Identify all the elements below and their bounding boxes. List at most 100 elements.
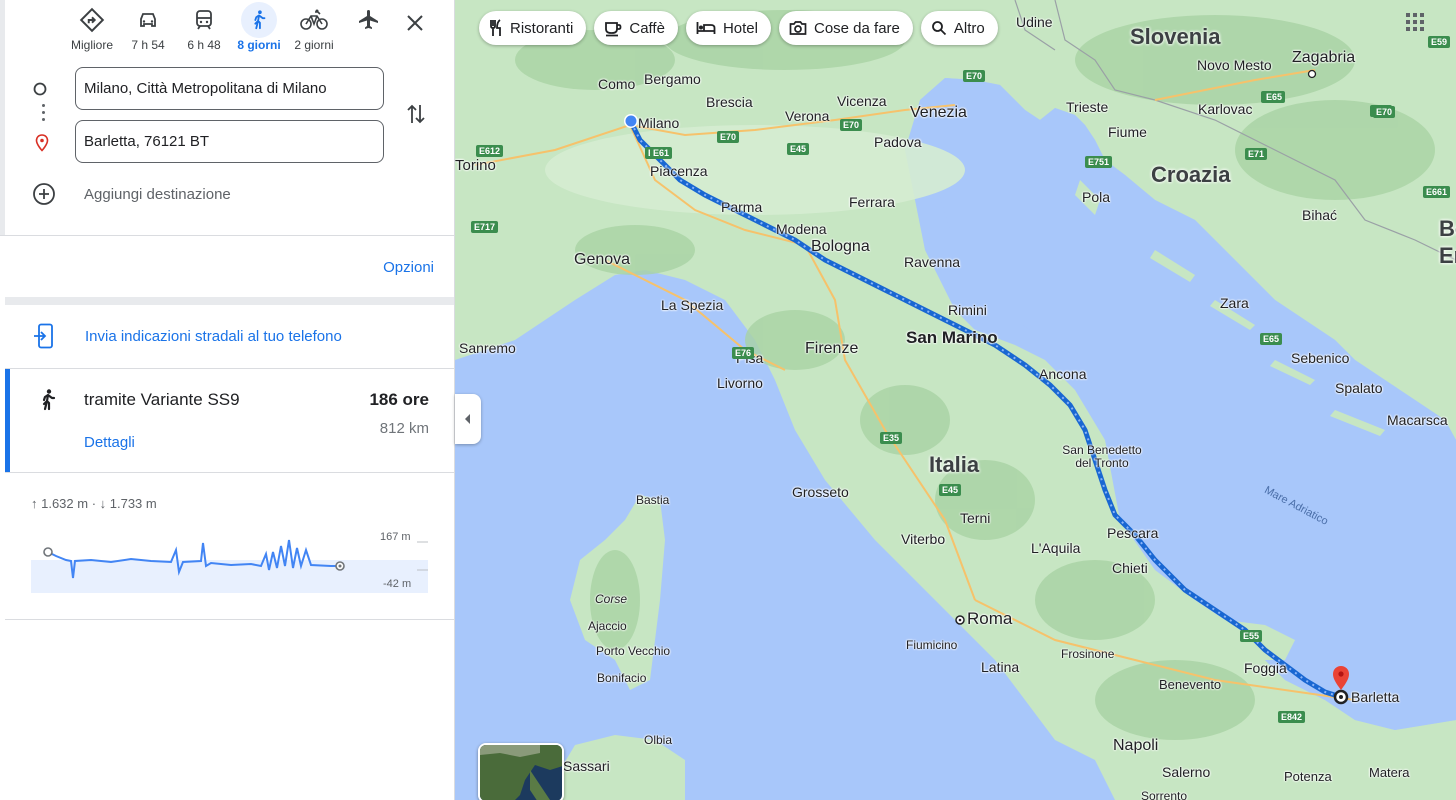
route-distance: 812 km bbox=[379, 420, 429, 437]
map-label-city: Firenze bbox=[805, 340, 859, 357]
mode-flight[interactable] bbox=[341, 2, 397, 38]
google-apps-button[interactable] bbox=[1405, 12, 1425, 37]
destination-pin-icon bbox=[35, 134, 49, 157]
map-label-city: Napoli bbox=[1113, 737, 1159, 754]
map-label-city: Pescara bbox=[1107, 525, 1159, 541]
chip-label: Ristoranti bbox=[510, 19, 574, 37]
road-shield: E70 bbox=[840, 119, 863, 131]
map-label-city: Ravenna bbox=[904, 254, 961, 270]
map-label-city: Grosseto bbox=[792, 484, 849, 500]
chip-label: Caffè bbox=[629, 19, 665, 37]
map-label-city: Porto Vecchio bbox=[596, 644, 671, 658]
map-label-city: Novo Mesto bbox=[1197, 57, 1272, 73]
chip-things-to-do[interactable]: Cose da fare bbox=[778, 11, 913, 45]
map-label-city: Brescia bbox=[706, 94, 753, 110]
destination-input[interactable]: Barletta, 76121 BT bbox=[75, 120, 384, 163]
chip-more[interactable]: Altro bbox=[920, 11, 998, 45]
send-to-phone-label: Invia indicazioni stradali al tuo telefo… bbox=[85, 327, 342, 345]
chip-restaurants[interactable]: Ristoranti bbox=[479, 11, 587, 45]
map-label-city: San Marino bbox=[906, 328, 998, 347]
walk-icon bbox=[241, 2, 277, 38]
chevron-left-icon bbox=[465, 414, 470, 424]
train-icon bbox=[186, 2, 222, 38]
origin-input[interactable]: Milano, Città Metropolitana di Milano bbox=[75, 67, 384, 110]
close-directions-button[interactable] bbox=[400, 8, 430, 38]
map-canvas[interactable]: Slovenia Croazia Italia Bo Er Mare Adria… bbox=[455, 0, 1456, 800]
elevation-min: -42 m bbox=[383, 578, 412, 590]
road-shield: E65 bbox=[1260, 333, 1283, 345]
map-label-city: Ajaccio bbox=[588, 619, 627, 633]
map-label-city: Livorno bbox=[717, 375, 763, 391]
road-shield: E717 bbox=[471, 221, 499, 233]
map-label-country: Bo bbox=[1439, 216, 1456, 241]
satellite-layer-toggle[interactable] bbox=[478, 743, 564, 800]
map-label-city: Viterbo bbox=[901, 531, 946, 547]
chip-label: Altro bbox=[953, 19, 985, 37]
mode-walk[interactable]: 8 giorni bbox=[231, 2, 287, 52]
camera-icon bbox=[789, 20, 807, 36]
map-label-city: Corse bbox=[595, 592, 628, 606]
category-chips: Ristoranti Caffè Hotel Cose da fare Altr… bbox=[479, 11, 1006, 45]
road-shield: E661 bbox=[1423, 186, 1451, 198]
map-label-city: Zagabria bbox=[1292, 49, 1356, 66]
chip-label: Cose da fare bbox=[813, 19, 900, 37]
swap-waypoints-button[interactable] bbox=[402, 100, 430, 128]
map-label-country: Er bbox=[1439, 243, 1456, 268]
add-circle-icon bbox=[33, 183, 55, 205]
road-shield: E70 bbox=[717, 131, 740, 143]
travel-mode-bar: Migliore 7 h 54 6 h 48 8 giorni 2 giorni bbox=[60, 0, 454, 56]
map-label-city: Ferrara bbox=[849, 194, 895, 210]
road-shield: E65 bbox=[1263, 91, 1286, 103]
mode-train[interactable]: 6 h 48 bbox=[176, 2, 232, 52]
options-link[interactable]: Opzioni bbox=[383, 259, 434, 276]
road-shield: E751 bbox=[1085, 156, 1113, 168]
map-label-country: Slovenia bbox=[1130, 24, 1221, 49]
map-label-city: Ancona bbox=[1039, 366, 1087, 382]
map-label-country: Croazia bbox=[1151, 162, 1231, 187]
map-label-city: L'Aquila bbox=[1031, 540, 1081, 556]
map-label-city: Modena bbox=[776, 221, 827, 237]
map-label-city: Bastia bbox=[636, 493, 670, 507]
send-to-phone-button[interactable]: Invia indicazioni stradali al tuo telefo… bbox=[33, 323, 342, 349]
mode-best-route[interactable]: Migliore bbox=[64, 2, 120, 52]
divider bbox=[5, 472, 454, 473]
elevation-profile-chart bbox=[31, 539, 428, 593]
map-label-city: Salerno bbox=[1162, 764, 1211, 780]
map-label-country: Italia bbox=[929, 452, 980, 477]
map-label-city: Sorrento bbox=[1141, 789, 1188, 800]
map-label-city: Spalato bbox=[1335, 380, 1383, 396]
add-destination-button[interactable]: Aggiungi destinazione bbox=[32, 182, 231, 206]
mode-bike[interactable]: 2 giorni bbox=[286, 2, 342, 52]
map-label-city: Bergamo bbox=[644, 71, 701, 87]
map-label-city: Roma bbox=[967, 609, 1013, 628]
map-label-city: Barletta bbox=[1351, 689, 1400, 705]
send-to-phone-icon bbox=[34, 323, 53, 349]
map-label-city: Padova bbox=[874, 134, 922, 150]
road-shield: E71 bbox=[1245, 148, 1268, 160]
road-shield: E45 bbox=[787, 143, 810, 155]
origin-value: Milano, Città Metropolitana di Milano bbox=[84, 80, 327, 97]
chip-coffee[interactable]: Caffè bbox=[594, 11, 678, 45]
map-label-city: Latina bbox=[981, 659, 1020, 675]
elevation-summary: ↑ 1.632 m · ↓ 1.733 m bbox=[31, 496, 157, 511]
collapse-panel-button[interactable] bbox=[455, 394, 481, 444]
section-divider bbox=[5, 297, 454, 305]
chip-hotel[interactable]: Hotel bbox=[685, 11, 771, 45]
route-connector-dots bbox=[42, 104, 46, 126]
map-label-city: Pola bbox=[1082, 189, 1111, 205]
route-details-link[interactable]: Dettagli bbox=[84, 434, 135, 451]
route-option[interactable]: tramite Variante SS9 186 ore 812 km Dett… bbox=[5, 369, 454, 472]
add-destination-label: Aggiungi destinazione bbox=[84, 185, 231, 203]
map-label-city: Como bbox=[598, 76, 636, 92]
chip-label: Hotel bbox=[722, 19, 758, 37]
route-via: tramite Variante SS9 bbox=[84, 390, 240, 409]
bike-icon bbox=[296, 2, 332, 38]
mode-car[interactable]: 7 h 54 bbox=[120, 2, 176, 52]
road-shield: E45 bbox=[939, 484, 962, 496]
panel-edge bbox=[0, 0, 5, 235]
map-label-city: Bihać bbox=[1302, 207, 1338, 223]
walk-icon bbox=[36, 387, 60, 418]
road-shield: E70 bbox=[1373, 106, 1396, 118]
road-shield: E612 bbox=[476, 145, 504, 157]
map-label-city: Rimini bbox=[948, 302, 987, 318]
